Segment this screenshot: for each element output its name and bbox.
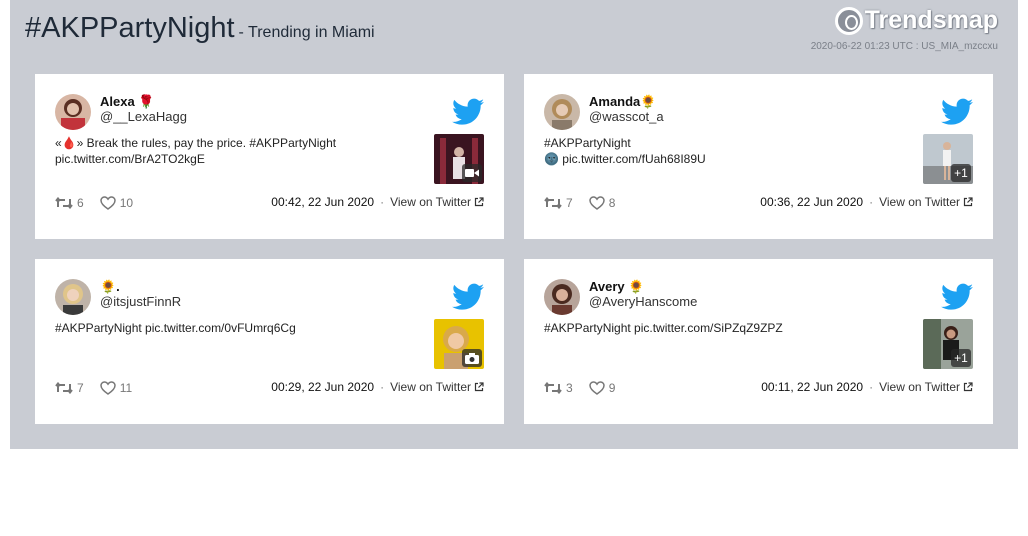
tweet-time[interactable]: 00:42, 22 Jun 2020: [271, 195, 374, 209]
tweet-media-thumbnail[interactable]: +1: [923, 319, 973, 369]
retweet-icon: [544, 197, 562, 209]
heart-icon: [588, 196, 605, 210]
heart-icon: [99, 196, 116, 210]
page-title: #AKPPartyNight - Trending in Miami: [25, 12, 375, 45]
tweet-card: Avery 🌻 @AveryHanscome #AKPPartyNight pi…: [524, 259, 993, 424]
like-count[interactable]: 8: [588, 196, 616, 210]
tweet-author-handle[interactable]: @__LexaHagg: [100, 109, 187, 124]
separator-dot: ·: [380, 380, 385, 394]
tweet-meta: 00:42, 22 Jun 2020 · View on Twitter: [271, 195, 484, 209]
separator-dot: ·: [869, 380, 874, 394]
avatar[interactable]: [55, 279, 91, 315]
retweet-count-value: 7: [566, 196, 573, 210]
tweet-text: #AKPPartyNight pic.twitter.com/SiPZqZ9ZP…: [544, 321, 783, 335]
tweet-media-thumbnail[interactable]: [434, 319, 484, 369]
tweet-text: «🩸» Break the rules, pay the price. #AKP…: [55, 136, 337, 166]
view-on-twitter-link[interactable]: View on Twitter: [390, 380, 484, 394]
tweet-card: 🌻. @itsjustFinnR #AKPPartyNight pic.twit…: [35, 259, 504, 424]
like-count[interactable]: 11: [99, 381, 133, 395]
tweet-meta: 00:11, 22 Jun 2020 · View on Twitter: [761, 380, 973, 394]
tweet-author-name[interactable]: Amanda🌻: [589, 94, 656, 110]
avatar[interactable]: [544, 279, 580, 315]
camera-icon: [462, 349, 482, 367]
video-icon: [462, 164, 482, 182]
like-count[interactable]: 10: [99, 196, 134, 210]
twitter-bird-icon[interactable]: [941, 98, 973, 126]
like-count[interactable]: 9: [588, 381, 616, 395]
timestamp-stamp: 2020-06-22 01:23 UTC : US_MIA_mzccxu: [810, 41, 998, 52]
tweet-media-thumbnail[interactable]: [434, 134, 484, 184]
tweet-author-name[interactable]: Avery 🌻: [589, 279, 644, 295]
view-on-twitter-link[interactable]: View on Twitter: [879, 380, 973, 394]
retweet-count[interactable]: 3: [544, 381, 573, 395]
tweet-author-name[interactable]: 🌻.: [100, 279, 120, 295]
tweet-time[interactable]: 00:29, 22 Jun 2020: [271, 380, 374, 394]
tweet-time[interactable]: 00:36, 22 Jun 2020: [760, 195, 863, 209]
tweet-stats: 7 11: [55, 381, 148, 395]
media-count-badge: +1: [951, 349, 971, 367]
hashtag-title[interactable]: #AKPPartyNight: [25, 12, 235, 45]
retweet-icon: [55, 197, 73, 209]
tweet-stats: 7 8: [544, 196, 631, 210]
view-on-twitter-label: View on Twitter: [879, 380, 960, 394]
view-on-twitter-label: View on Twitter: [390, 195, 471, 209]
tweet-text: #AKPPartyNight 🌚 pic.twitter.com/fUah68I…: [544, 136, 706, 166]
retweet-count[interactable]: 7: [55, 381, 84, 395]
heart-icon: [99, 381, 116, 395]
external-link-icon: [474, 197, 484, 207]
like-count-value: 9: [608, 381, 616, 395]
media-count-badge: +1: [951, 164, 971, 182]
view-on-twitter-link[interactable]: View on Twitter: [390, 195, 484, 209]
retweet-count-value: 3: [566, 381, 573, 395]
like-count-value: 11: [119, 381, 133, 395]
retweet-count-value: 7: [77, 381, 84, 395]
twitter-bird-icon[interactable]: [452, 98, 484, 126]
trendsmap-logo-icon: [834, 6, 863, 35]
tweet-time[interactable]: 00:11, 22 Jun 2020: [761, 380, 863, 394]
avatar[interactable]: [55, 94, 91, 130]
avatar[interactable]: [544, 94, 580, 130]
retweet-icon: [55, 382, 73, 394]
view-on-twitter-link[interactable]: View on Twitter: [879, 195, 973, 209]
retweet-count[interactable]: 7: [544, 196, 573, 210]
tweet-text: #AKPPartyNight pic.twitter.com/0vFUmrq6C…: [55, 321, 296, 335]
tweet-stats: 6 10: [55, 196, 149, 210]
brand-name: Trendsmap: [864, 6, 998, 34]
view-on-twitter-label: View on Twitter: [879, 195, 960, 209]
trendsmap-logo[interactable]: Trendsmap: [834, 6, 998, 35]
retweet-count-value: 6: [77, 196, 84, 210]
separator-dot: ·: [380, 195, 385, 209]
tweet-meta: 00:29, 22 Jun 2020 · View on Twitter: [271, 380, 484, 394]
retweet-count[interactable]: 6: [55, 196, 84, 210]
tweet-author-name[interactable]: Alexa 🌹: [100, 94, 155, 110]
tweet-meta: 00:36, 22 Jun 2020 · View on Twitter: [760, 195, 973, 209]
tweet-card: Alexa 🌹 @__LexaHagg «🩸» Break the rules,…: [35, 74, 504, 239]
tweet-stats: 3 9: [544, 381, 631, 395]
external-link-icon: [474, 382, 484, 392]
trend-panel: #AKPPartyNight - Trending in Miami Trend…: [10, 0, 1018, 449]
external-link-icon: [963, 197, 973, 207]
twitter-bird-icon[interactable]: [452, 283, 484, 311]
retweet-icon: [544, 382, 562, 394]
tweet-media-thumbnail[interactable]: +1: [923, 134, 973, 184]
trend-subtitle: - Trending in Miami: [238, 24, 375, 41]
like-count-value: 8: [608, 196, 616, 210]
external-link-icon: [963, 382, 973, 392]
tweet-author-handle[interactable]: @AveryHanscome: [589, 294, 697, 309]
twitter-bird-icon[interactable]: [941, 283, 973, 311]
separator-dot: ·: [869, 195, 874, 209]
tweet-author-handle[interactable]: @wasscot_a: [589, 109, 664, 124]
like-count-value: 10: [119, 196, 134, 210]
heart-icon: [588, 381, 605, 395]
view-on-twitter-label: View on Twitter: [390, 380, 471, 394]
tweet-card: Amanda🌻 @wasscot_a #AKPPartyNight 🌚 pic.…: [524, 74, 993, 239]
tweet-author-handle[interactable]: @itsjustFinnR: [100, 294, 181, 309]
